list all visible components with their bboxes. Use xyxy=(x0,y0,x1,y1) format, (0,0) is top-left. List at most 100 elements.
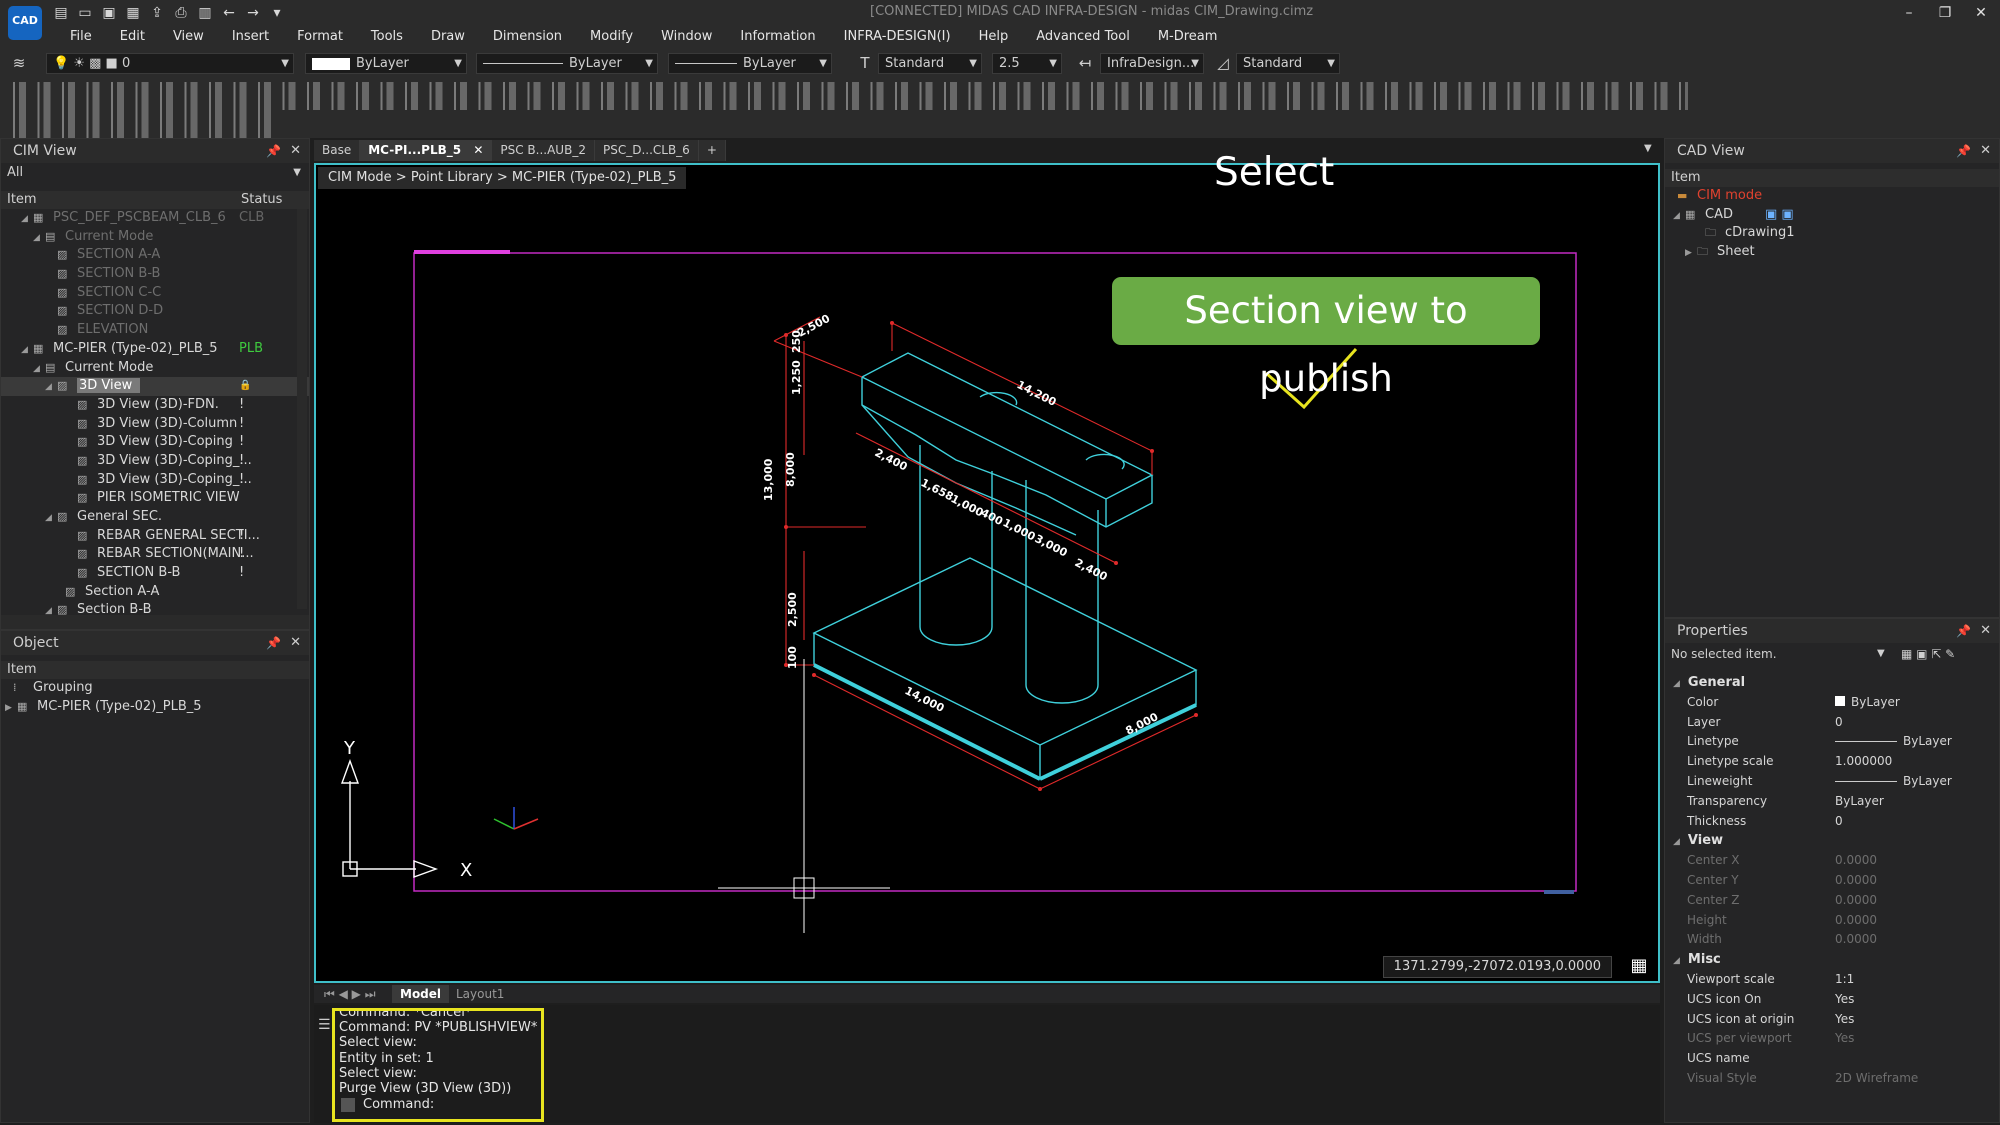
view-tools-row[interactable] xyxy=(8,110,278,138)
list-item[interactable]: ▨ 3D View (3D)-Coping_...! xyxy=(1,471,309,490)
prop-ucs-per-viewport[interactable]: UCS per viewport Yes xyxy=(1665,1029,1999,1049)
dim-style-icon[interactable]: ↤ xyxy=(1074,52,1096,74)
text-style-icon[interactable]: T xyxy=(854,52,876,74)
viewport-toggle-icon[interactable]: ▣ ▣ xyxy=(1765,206,1794,225)
list-item[interactable]: ▨ 3D View (3D)-Column! xyxy=(1,415,309,434)
menu-icon[interactable]: ☰ xyxy=(318,1017,331,1033)
menu-information[interactable]: Information xyxy=(726,27,829,47)
menu-view[interactable]: View xyxy=(159,27,218,47)
list-item[interactable]: ▨ 3D View (3D)-Coping_...! xyxy=(1,452,309,471)
prop-layer[interactable]: Layer 0 xyxy=(1665,713,1999,733)
close-icon[interactable]: ✕ xyxy=(473,143,483,157)
collapse-icon[interactable]: ◢ xyxy=(1673,679,1680,689)
list-item[interactable]: ▨ REBAR GENERAL SECTI...! xyxy=(1,527,309,546)
prop-ucs-icon-origin[interactable]: UCS icon at origin Yes xyxy=(1665,1010,1999,1030)
pin-icon[interactable]: 📌 xyxy=(266,631,281,655)
prop-linetype[interactable]: Linetype ByLayer xyxy=(1665,732,1999,752)
layer-manager-icon[interactable]: ≋ xyxy=(8,52,30,74)
restore-button[interactable]: ❐ xyxy=(1934,2,1956,24)
list-item[interactable]: ▨ SECTION C-C xyxy=(1,284,309,303)
breadcrumb[interactable]: CIM Mode > Point Library > MC-PIER (Type… xyxy=(318,167,687,189)
prop-color[interactable]: Color ByLayer xyxy=(1665,693,1999,713)
list-item[interactable]: ◢ ▨ 3D View 🔒 xyxy=(1,377,309,396)
menu-format[interactable]: Format xyxy=(283,27,357,47)
prop-visual-style[interactable]: Visual Style 2D Wireframe xyxy=(1665,1069,1999,1089)
close-icon[interactable]: ✕ xyxy=(1980,139,1991,163)
list-item[interactable]: ▨ REBAR SECTION(MAIN...! xyxy=(1,545,309,564)
customize-icon[interactable]: ▾ xyxy=(268,4,286,22)
pin-icon[interactable]: 📌 xyxy=(266,139,281,163)
linetype-dropdown[interactable]: ByLayer ▼ xyxy=(476,53,658,74)
list-item[interactable]: ▨ 3D View (3D)-Coping! xyxy=(1,433,309,452)
open-file-icon[interactable]: ▭ xyxy=(76,4,94,22)
tab-mc-pier[interactable]: MC-PI...PLB_5 ✕ xyxy=(360,140,493,161)
close-button[interactable]: ✕ xyxy=(1970,2,1992,24)
grid-icon[interactable]: ▦ xyxy=(1626,954,1652,978)
prop-section-general[interactable]: ◢ General xyxy=(1665,673,1999,693)
prop-height[interactable]: Height 0.0000 xyxy=(1665,911,1999,931)
prop-transparency[interactable]: Transparency ByLayer xyxy=(1665,792,1999,812)
pin-icon[interactable]: 📌 xyxy=(1956,139,1971,163)
export-icon[interactable]: ⇪ xyxy=(148,4,166,22)
prop-section-view[interactable]: ◢ View xyxy=(1665,831,1999,851)
command-input[interactable]: Command: xyxy=(341,1097,434,1115)
close-icon[interactable]: ✕ xyxy=(1980,619,1991,643)
collapse-icon[interactable]: ◢ xyxy=(45,378,57,397)
collapse-icon[interactable]: ◢ xyxy=(33,360,45,379)
new-file-icon[interactable]: ▤ xyxy=(52,4,70,22)
lineweight-dropdown[interactable]: ByLayer ▼ xyxy=(668,53,832,74)
table-style-dropdown[interactable]: Standard ▼ xyxy=(1236,53,1340,74)
tab-list-icon[interactable]: ▼ xyxy=(1644,143,1652,154)
undo-icon[interactable]: ← xyxy=(220,4,238,22)
menu-edit[interactable]: Edit xyxy=(106,27,159,47)
list-item[interactable]: ▨ ELEVATION xyxy=(1,321,309,340)
prop-ucs-icon-on[interactable]: UCS icon On Yes xyxy=(1665,990,1999,1010)
list-item[interactable]: ▨ SECTION B-B! xyxy=(1,564,309,583)
menu-modify[interactable]: Modify xyxy=(576,27,647,47)
prop-center-x[interactable]: Center X 0.0000 xyxy=(1665,851,1999,871)
prop-thickness[interactable]: Thickness 0 xyxy=(1665,812,1999,832)
close-icon[interactable]: ✕ xyxy=(290,631,301,655)
list-item[interactable]: ▶ ▦ MC-PIER (Type-02)_PLB_5 xyxy=(1,698,309,717)
list-item[interactable]: ▨ SECTION B-B xyxy=(1,265,309,284)
app-logo[interactable]: CAD xyxy=(8,6,42,40)
collapse-icon[interactable]: ◢ xyxy=(21,210,33,229)
draw-tools-row[interactable] xyxy=(8,82,1688,110)
prop-center-y[interactable]: Center Y 0.0000 xyxy=(1665,871,1999,891)
tab-base[interactable]: Base xyxy=(314,140,361,161)
dim-style-dropdown[interactable]: InfraDesign... ▼ xyxy=(1100,53,1204,74)
print-icon[interactable]: ⎙ xyxy=(172,4,190,22)
first-tab-icon[interactable]: ⏮ ◀ ▶ ⏭ xyxy=(316,985,384,1003)
tab-model[interactable]: Model xyxy=(392,985,450,1003)
menu-advanced-tool[interactable]: Advanced Tool xyxy=(1022,27,1144,47)
drawing-viewport[interactable]: 2,500 1,250 250 14,200 13,000 8,000 2,40… xyxy=(314,150,1660,983)
list-item[interactable]: ▨ Section A-A xyxy=(1,583,309,602)
menu-tools[interactable]: Tools xyxy=(357,27,417,47)
collapse-icon[interactable]: ◢ xyxy=(1673,956,1680,966)
save-icon[interactable]: ▣ xyxy=(100,4,118,22)
tab-psc-b[interactable]: PSC B...AUB_2 xyxy=(492,140,595,161)
quick-select-icon[interactable]: ▦ ▣ ⇱ ✎ xyxy=(1901,643,1955,665)
menu-window[interactable]: Window xyxy=(647,27,726,47)
selection-dropdown[interactable]: No selected item. ▼ ▦ ▣ ⇱ ✎ xyxy=(1665,643,1999,665)
list-item[interactable]: ▨ SECTION D-D xyxy=(1,302,309,321)
prop-lineweight[interactable]: Lineweight ByLayer xyxy=(1665,772,1999,792)
prop-width[interactable]: Width 0.0000 xyxy=(1665,930,1999,950)
menu-infra-design[interactable]: INFRA-DESIGN(I) xyxy=(830,27,965,47)
tab-layout1[interactable]: Layout1 xyxy=(448,985,512,1003)
expand-icon[interactable]: ▶ xyxy=(1685,244,1697,263)
prop-section-misc[interactable]: ◢ Misc xyxy=(1665,950,1999,970)
cim-filter-dropdown[interactable]: All ▼ xyxy=(1,163,309,183)
save-as-icon[interactable]: ▦ xyxy=(124,4,142,22)
cim-scrollbar[interactable] xyxy=(297,209,307,609)
plot-icon[interactable]: ▥ xyxy=(196,4,214,22)
cim-horizontal-scrollbar[interactable] xyxy=(1,615,309,629)
list-item[interactable]: ◢ ▨ General SEC. xyxy=(1,508,309,527)
list-item[interactable]: ◢ ▦ MC-PIER (Type-02)_PLB_5 PLB xyxy=(1,340,309,359)
collapse-icon[interactable]: ◢ xyxy=(1673,837,1680,847)
prop-viewport-scale[interactable]: Viewport scale 1:1 xyxy=(1665,970,1999,990)
pin-icon[interactable]: 📌 xyxy=(1956,619,1971,643)
table-style-icon[interactable]: ◿ xyxy=(1212,52,1234,74)
collapse-icon[interactable]: ◢ xyxy=(33,229,45,248)
text-style-dropdown[interactable]: Standard ▼ xyxy=(878,53,982,74)
